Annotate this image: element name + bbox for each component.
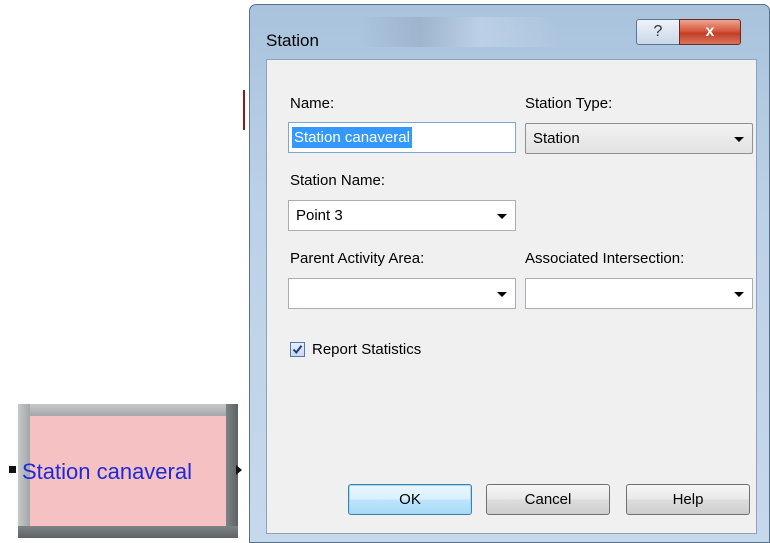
name-field-value: Station canaveral bbox=[292, 127, 412, 148]
help-button[interactable]: Help bbox=[626, 484, 750, 515]
station-type-value: Station bbox=[533, 130, 580, 147]
module-label: Station canaveral bbox=[22, 459, 192, 484]
entry-point-connector[interactable] bbox=[9, 466, 16, 473]
station-dialog: Station ? x Name: Station canaveral Stat… bbox=[249, 4, 770, 543]
chevron-down-icon bbox=[734, 292, 744, 297]
title-bar-glass bbox=[360, 17, 560, 47]
name-field[interactable]: Station canaveral bbox=[288, 122, 516, 153]
associated-intersection-dropdown[interactable] bbox=[525, 278, 753, 309]
ok-button[interactable]: OK bbox=[348, 484, 472, 515]
exit-point-connector[interactable] bbox=[236, 465, 242, 475]
station-type-label: Station Type: bbox=[525, 95, 613, 112]
chevron-down-icon bbox=[497, 214, 507, 219]
station-name-dropdown[interactable]: Point 3 bbox=[288, 200, 516, 231]
chevron-down-icon bbox=[734, 137, 744, 142]
parent-activity-area-dropdown[interactable] bbox=[288, 278, 516, 309]
module-bevel bbox=[18, 526, 238, 538]
report-statistics-checkbox[interactable] bbox=[290, 342, 305, 357]
cancel-button[interactable]: Cancel bbox=[486, 484, 610, 515]
report-statistics-label[interactable]: Report Statistics bbox=[312, 341, 421, 358]
station-name-value: Point 3 bbox=[296, 207, 343, 224]
close-icon[interactable]: x bbox=[679, 19, 741, 45]
station-type-dropdown[interactable]: Station bbox=[525, 123, 753, 154]
station-name-label: Station Name: bbox=[290, 172, 386, 189]
dialog-client-area: Name: Station canaveral Station Type: St… bbox=[266, 59, 757, 534]
checkmark-icon bbox=[292, 345, 303, 355]
parent-activity-area-label: Parent Activity Area: bbox=[290, 250, 425, 267]
chevron-down-icon bbox=[497, 292, 507, 297]
dialog-title: Station bbox=[266, 31, 319, 50]
associated-intersection-label: Associated Intersection: bbox=[525, 250, 685, 267]
canvas-connector-line bbox=[243, 90, 245, 130]
name-label: Name: bbox=[290, 95, 335, 112]
module-bevel bbox=[18, 404, 238, 416]
help-icon[interactable]: ? bbox=[636, 19, 680, 45]
